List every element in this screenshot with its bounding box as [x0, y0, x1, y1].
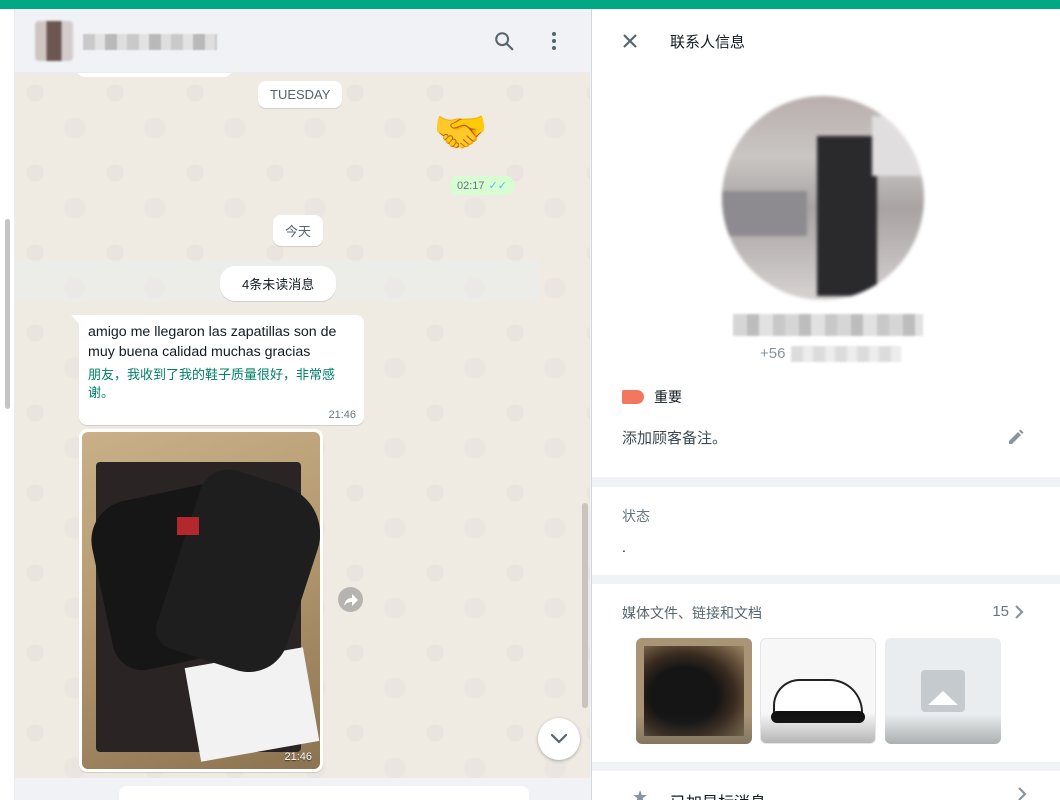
chevron-down-icon[interactable] [538, 718, 580, 760]
chat-avatar[interactable] [35, 21, 73, 61]
phone-number-redacted [791, 345, 902, 362]
status-value: . [622, 539, 626, 555]
message-text: amigo me llegaron las zapatillas son de … [88, 324, 337, 360]
media-thumbnail-placeholder[interactable] [885, 638, 1001, 744]
image-placeholder-icon [921, 670, 965, 712]
panel-title: 联系人信息 [670, 34, 746, 51]
chat-contact-name-redacted[interactable] [83, 34, 217, 50]
contact-label[interactable]: 重要 [622, 387, 682, 407]
search-icon[interactable] [490, 27, 518, 55]
starred-messages-card[interactable]: ★ 已加星标消息 [592, 771, 1060, 800]
star-icon: ★ [632, 787, 649, 800]
contact-avatar[interactable] [722, 96, 924, 300]
date-separator-tuesday: TUESDAY [258, 81, 343, 108]
phone-prefix: +56 [760, 345, 786, 362]
media-thumbnail[interactable] [760, 638, 876, 744]
incoming-image-message[interactable]: 21:46 [79, 429, 323, 772]
shoe-photo[interactable]: 21:46 [82, 432, 320, 769]
message-time: 21:46 [328, 409, 356, 421]
incoming-message-bubble[interactable]: amigo me llegaron las zapatillas son de … [71, 315, 364, 425]
label-text: 重要 [654, 389, 682, 405]
status-label: 状态 [622, 508, 650, 524]
date-separator-today: 今天 [273, 215, 324, 246]
contact-info-header: 联系人信息 [592, 9, 1060, 69]
contact-info-panel: 联系人信息 +56 重要 添加顾客备注。 状态 . 媒体文件、链接和文档 15 [591, 9, 1060, 800]
chevron-right-icon[interactable] [1011, 602, 1027, 622]
outgoing-emoji-message[interactable]: 🤝 [433, 111, 488, 155]
unread-messages-bar: 4条未读消息 [15, 260, 539, 302]
customer-note[interactable]: 添加顾客备注。 [622, 427, 727, 448]
forward-icon[interactable] [338, 587, 363, 612]
media-card: 媒体文件、链接和文档 15 [592, 584, 1060, 762]
pencil-icon[interactable] [1005, 426, 1027, 448]
app-top-accent-bar [0, 0, 1060, 9]
contact-profile-card: +56 重要 添加顾客备注。 [592, 69, 1060, 477]
media-section-label[interactable]: 媒体文件、链接和文档 [622, 603, 762, 623]
chevron-right-icon [1018, 787, 1027, 800]
read-receipt-icon: ✓✓ [488, 180, 507, 192]
chat-messages-area[interactable]: TUESDAY 🤝 02:17 ✓✓ 今天 4条未读消息 amigo me ll… [15, 73, 590, 778]
chat-list-edge [0, 9, 15, 800]
status-card: 状态 . [592, 487, 1060, 575]
outgoing-message-meta: 02:17 ✓✓ [450, 176, 514, 195]
menu-icon[interactable] [540, 27, 568, 55]
unread-messages-chip: 4条未读消息 [220, 266, 337, 301]
media-count[interactable]: 15 [992, 603, 1009, 620]
close-icon[interactable] [618, 29, 642, 53]
contact-phone: +56 [760, 345, 902, 362]
media-thumbnail[interactable] [636, 638, 752, 744]
message-translation: 朋友，我收到了我的鞋子质量很好，非常感谢。 [88, 367, 336, 400]
chat-list-scrollbar[interactable] [5, 219, 10, 409]
contact-name-redacted [733, 314, 923, 336]
image-message-time: 21:46 [284, 751, 312, 763]
chat-scrollbar[interactable] [582, 503, 588, 708]
label-tag-icon [622, 390, 644, 404]
starred-messages-label: 已加星标消息 [670, 789, 766, 800]
chat-header [15, 9, 590, 73]
message-composer [15, 778, 590, 800]
message-input[interactable] [119, 786, 529, 800]
message-time: 02:17 [457, 179, 485, 192]
previous-message-bubble [77, 73, 232, 77]
